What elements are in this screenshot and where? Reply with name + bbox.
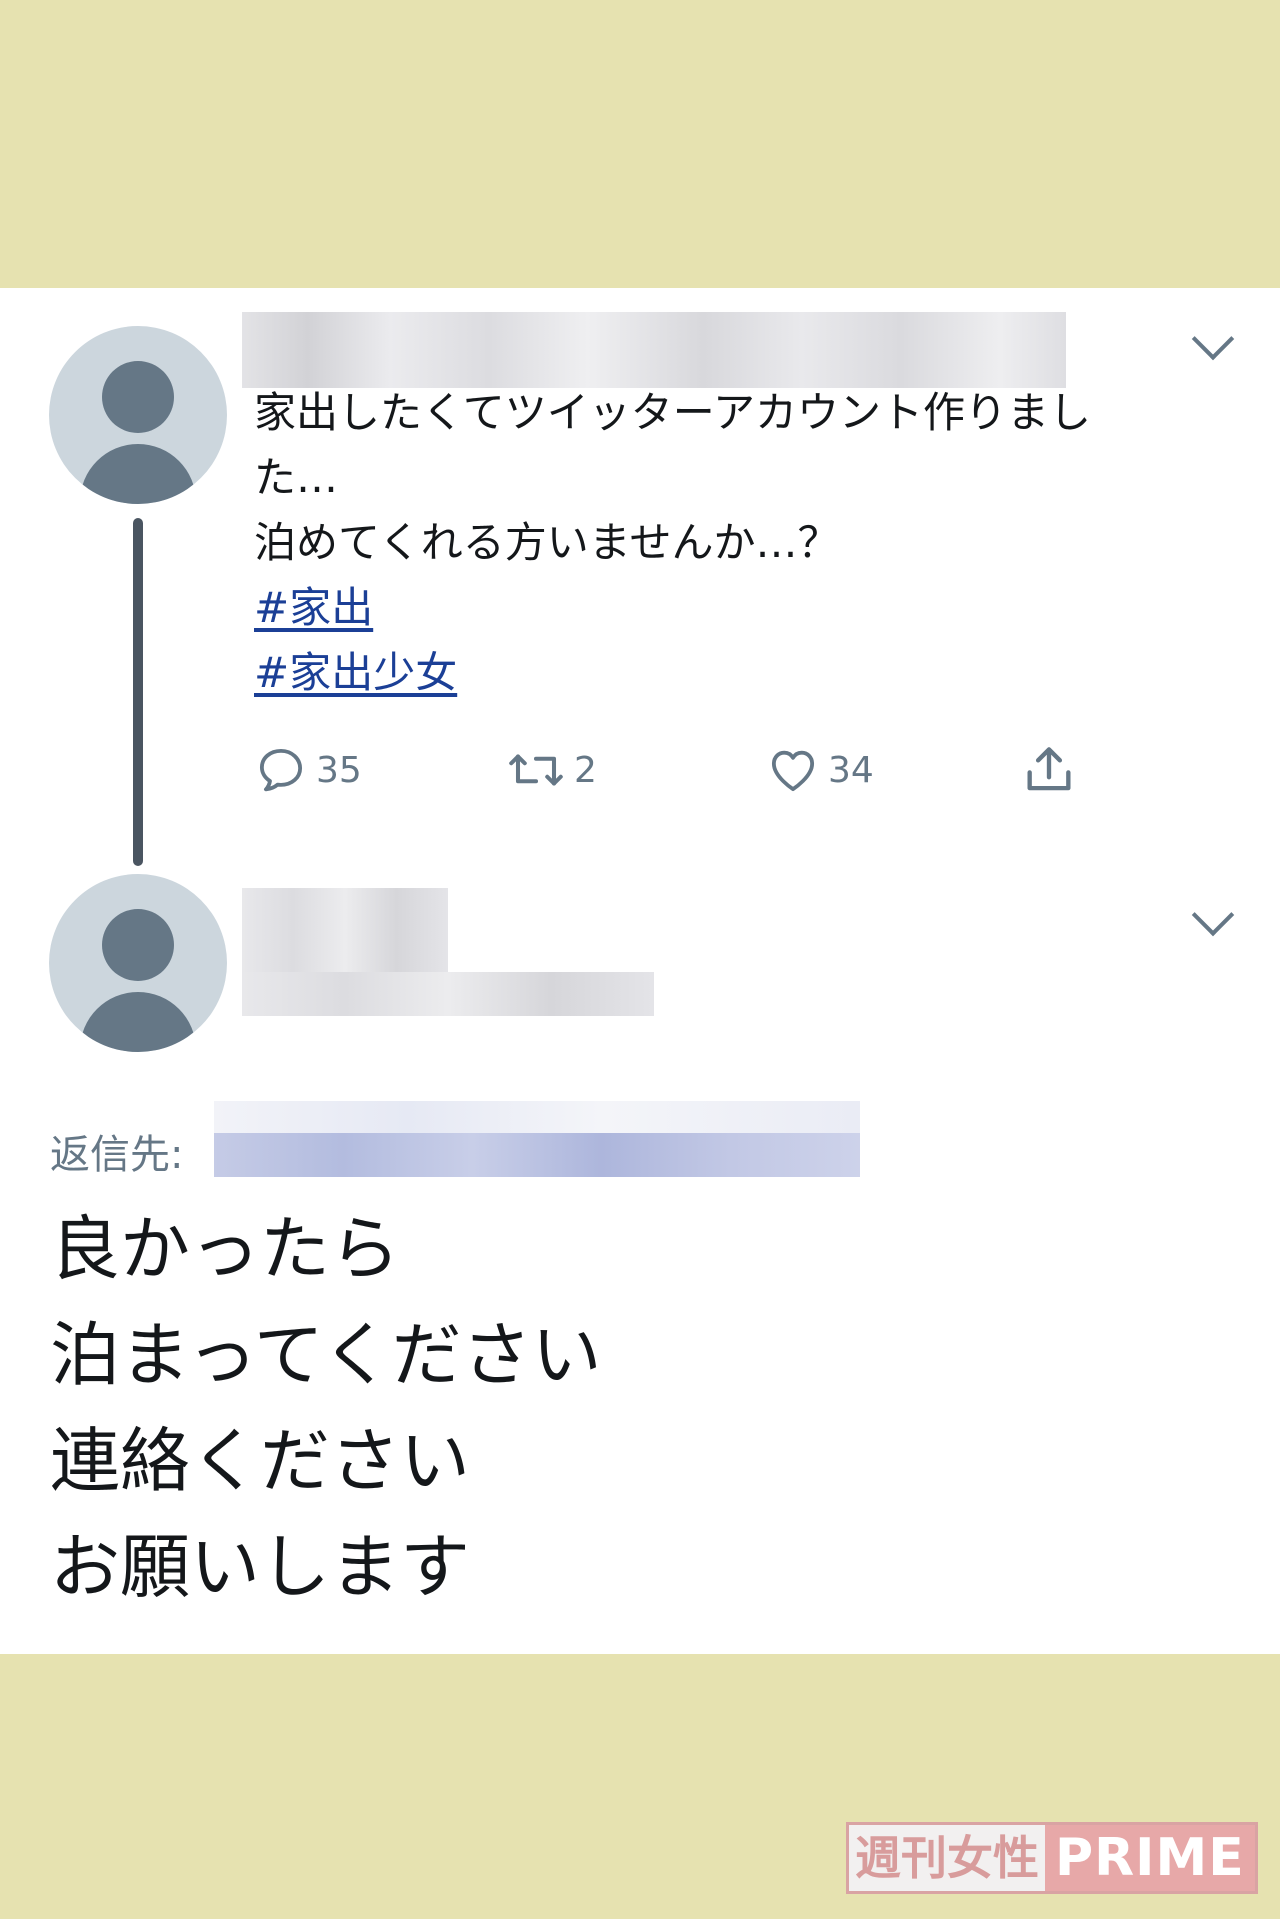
- watermark-jp: 週刊女性: [849, 1825, 1045, 1891]
- retweet-count: 2: [574, 749, 597, 791]
- speech-bubble-icon: [259, 748, 303, 792]
- blurred-username: [242, 312, 1066, 388]
- reply-text-line: 連絡ください: [50, 1420, 470, 1502]
- hashtag-link[interactable]: #家出少女: [254, 648, 457, 697]
- reply-text-line: 良かったら: [50, 1208, 400, 1290]
- retweet-button[interactable]: 2: [506, 740, 597, 800]
- like-button[interactable]: 34: [766, 740, 874, 800]
- reply-button[interactable]: 35: [254, 740, 362, 800]
- avatar-body-shape: [80, 444, 196, 504]
- blurred-reply-target-top: [214, 1101, 860, 1133]
- publisher-watermark-logo: 週刊女性 PRIME: [846, 1822, 1258, 1894]
- retweet-icon: [509, 754, 563, 786]
- tweet-text-line: 家出したくてツイッターアカウント作りまし: [254, 388, 1092, 437]
- blurred-handle: [242, 972, 654, 1016]
- avatar-head-shape: [102, 361, 174, 433]
- tweet-action-bar: 35 2 34: [254, 740, 1154, 800]
- chevron-down-icon[interactable]: [1191, 317, 1235, 361]
- reply-tweet-body: 良かったら 泊まってください 連絡ください お願いします: [50, 1196, 602, 1620]
- reply-text-line: 泊まってください: [50, 1314, 602, 1396]
- avatar-original-tweet[interactable]: [49, 326, 227, 504]
- thread-connector-line: [133, 518, 143, 866]
- share-upload-icon: [1027, 747, 1071, 791]
- tweet-text-line: 泊めてくれる方いませんか…？: [254, 518, 840, 567]
- avatar-body-shape: [80, 992, 196, 1052]
- avatar-reply-tweet[interactable]: [49, 874, 227, 1052]
- like-count: 34: [828, 749, 874, 791]
- tweet-body: 家出したくてツイッターアカウント作りまし た… 泊めてくれる方いませんか…？ #…: [254, 380, 1254, 705]
- hashtag-link[interactable]: #家出: [254, 583, 373, 632]
- chevron-down-icon[interactable]: [1191, 893, 1235, 937]
- watermark-en: PRIME: [1045, 1825, 1255, 1891]
- blurred-display-name: [242, 888, 448, 972]
- reply-count: 35: [316, 749, 362, 791]
- tweet-text-line: た…: [254, 453, 339, 502]
- avatar-head-shape: [102, 909, 174, 981]
- heart-icon: [771, 750, 815, 792]
- screenshot-frame: 家出したくてツイッターアカウント作りまし た… 泊めてくれる方いませんか…？ #…: [0, 0, 1280, 1919]
- reply-text-line: お願いします: [50, 1526, 470, 1608]
- share-button[interactable]: [1020, 740, 1078, 800]
- blurred-reply-target-handle[interactable]: [214, 1133, 860, 1177]
- reply-to-label: 返信先:: [50, 1132, 184, 1178]
